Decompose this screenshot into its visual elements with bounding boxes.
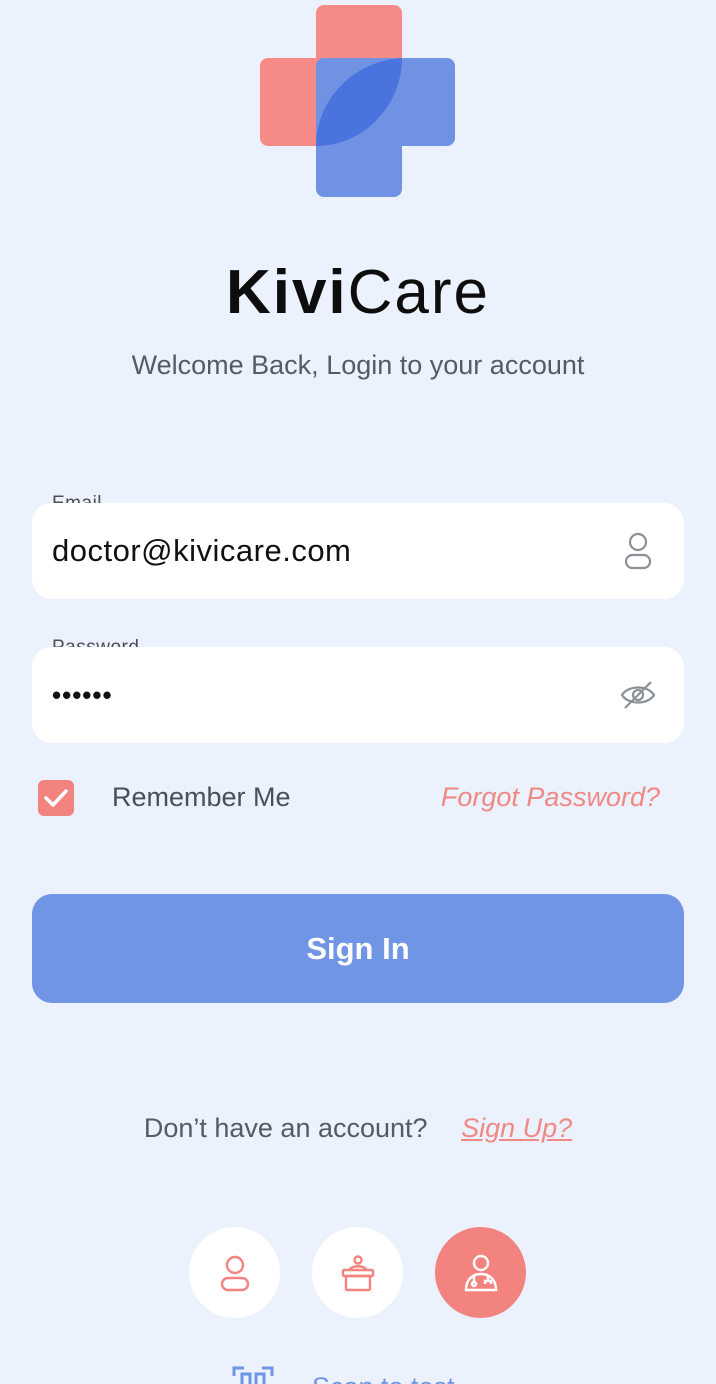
remember-row: Remember Me Forgot Password?	[38, 780, 678, 820]
kivicare-logo	[260, 5, 455, 197]
email-field[interactable]: doctor@kivicare.com	[32, 503, 684, 599]
qr-scan-icon	[232, 1366, 274, 1384]
app-title: KiviCare	[0, 258, 716, 328]
brand-bold: Kivi	[225, 258, 348, 327]
forgot-password-link[interactable]: Forgot Password?	[441, 782, 660, 813]
signup-prompt: Don’t have an account? Sign Up?	[0, 1113, 716, 1144]
email-value[interactable]: doctor@kivicare.com	[52, 533, 620, 569]
password-value[interactable]: ••••••	[52, 680, 620, 711]
eye-off-icon[interactable]	[620, 677, 656, 713]
sign-in-button[interactable]: Sign In	[32, 894, 684, 1003]
welcome-subtitle: Welcome Back, Login to your account	[131, 350, 585, 380]
person-icon	[620, 532, 656, 570]
role-patient-button[interactable]	[189, 1227, 280, 1318]
no-account-text: Don’t have an account?	[143, 1113, 428, 1143]
sign-up-link[interactable]: Sign Up?	[461, 1113, 572, 1143]
role-doctor-button[interactable]	[435, 1227, 526, 1318]
doctor-icon	[464, 1254, 497, 1291]
scan-to-test-label[interactable]: Scan to test	[312, 1372, 455, 1384]
brand-light: Care	[347, 258, 491, 327]
checkmark-icon	[44, 789, 68, 807]
remember-label: Remember Me	[112, 782, 291, 812]
login-screen: KiviCare Welcome Back, Login to your acc…	[0, 0, 716, 1384]
remember-checkbox[interactable]	[38, 780, 74, 816]
password-field[interactable]: ••••••	[32, 647, 684, 743]
receptionist-icon	[341, 1254, 374, 1291]
role-receptionist-button[interactable]	[312, 1227, 403, 1318]
patient-icon	[220, 1255, 249, 1291]
